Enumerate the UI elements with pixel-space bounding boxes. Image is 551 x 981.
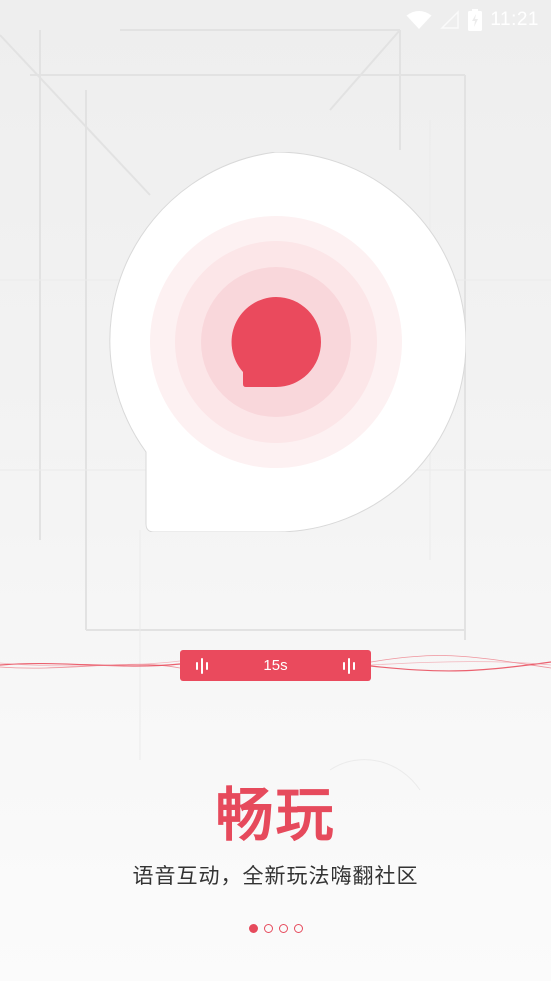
sound-bars-icon <box>196 657 208 674</box>
wifi-icon <box>406 10 432 30</box>
signal-icon <box>440 10 460 30</box>
status-bar: 11:21 <box>0 0 551 40</box>
onboarding-subtitle: 语音互动，全新玩法嗨翻社区 <box>132 864 419 888</box>
sound-bars-icon <box>343 657 355 674</box>
page-dot-4[interactable] <box>293 924 303 933</box>
status-time: 11:21 <box>490 9 539 30</box>
page-indicator <box>0 924 551 933</box>
battery-charging-icon <box>468 9 483 31</box>
onboarding-title: 畅玩 <box>215 781 336 849</box>
voice-message-pill[interactable]: 15s <box>180 650 371 681</box>
status-icons: 11:21 <box>406 6 539 34</box>
hero-speech-bubble <box>86 152 466 532</box>
page-dot-1[interactable] <box>248 924 258 933</box>
chat-bubble-icon <box>231 297 321 387</box>
page-dot-2[interactable] <box>263 924 273 933</box>
voice-duration: 15s <box>263 657 288 674</box>
page-dot-3[interactable] <box>278 924 288 933</box>
